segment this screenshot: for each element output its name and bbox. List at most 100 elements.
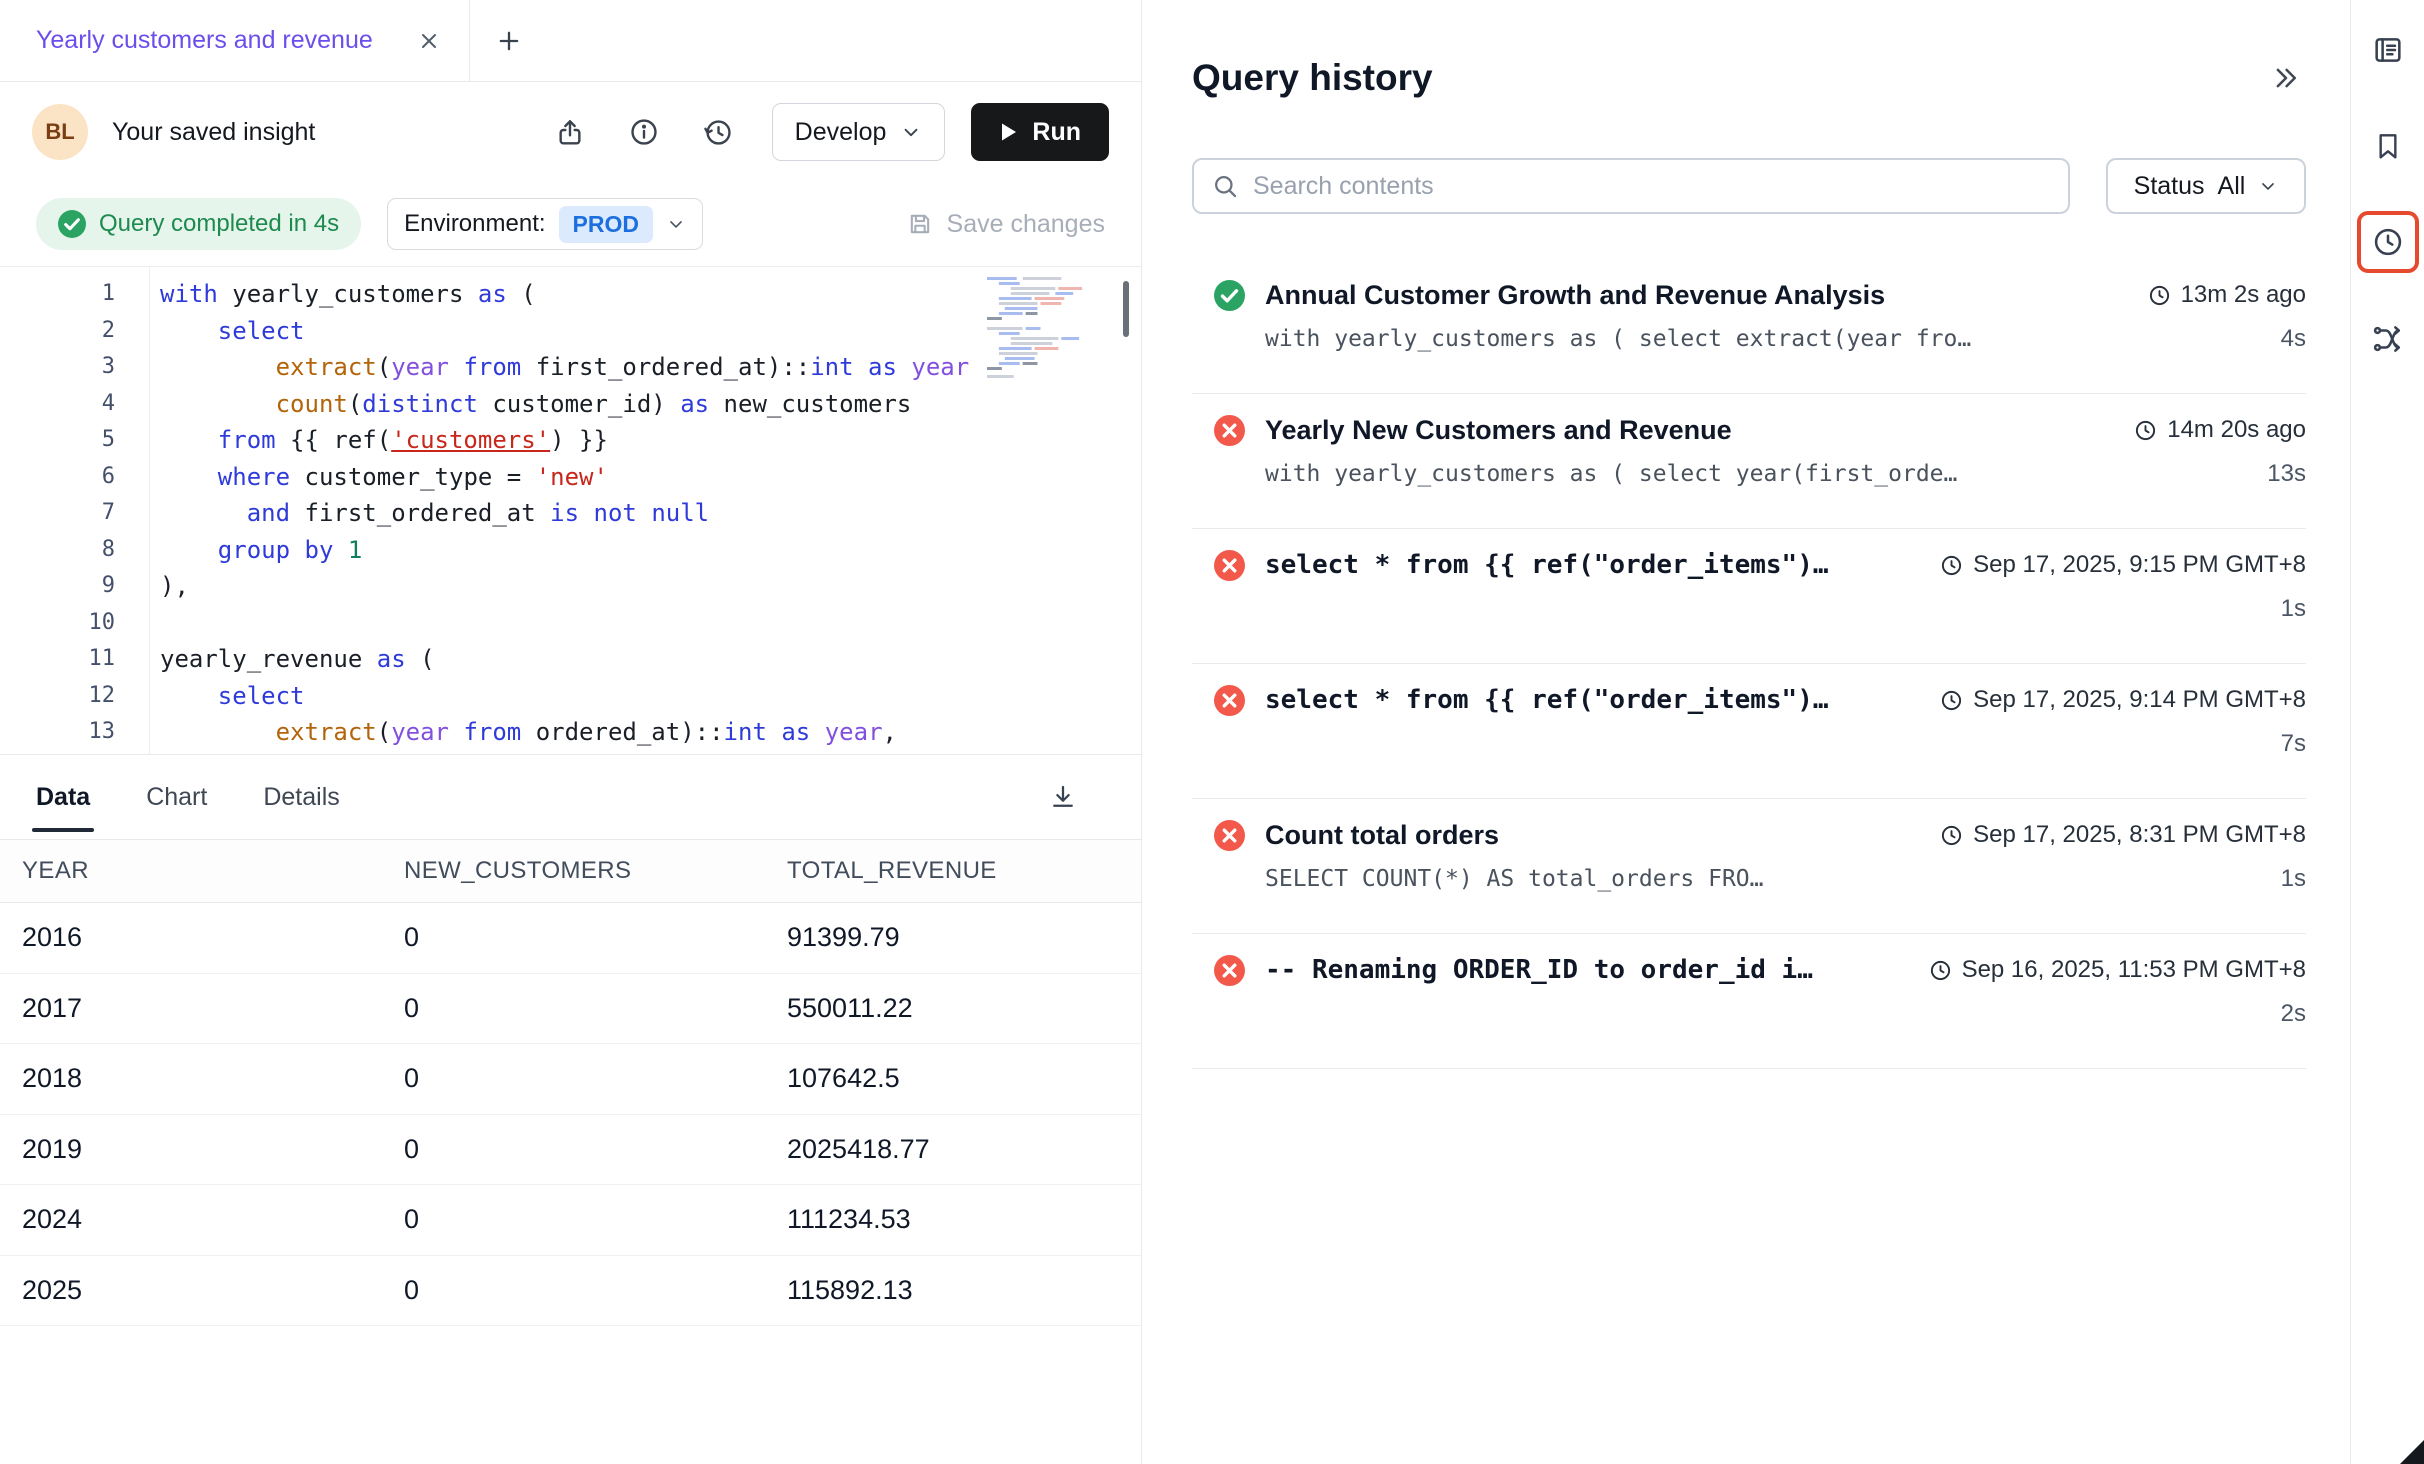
line-number: 7 (0, 495, 149, 532)
query-title: -- Renaming ORDER_ID to order_id i… (1265, 955, 1909, 985)
info-icon[interactable] (620, 108, 668, 156)
query-snippet: SELECT COUNT(*) AS total_orders FRO… (1265, 866, 2261, 892)
code-line[interactable]: and first_ordered_at is not null (160, 495, 1141, 532)
code-line[interactable]: yearly_revenue as ( (160, 641, 1141, 678)
tab-yearly-customers-and-revenue[interactable]: Yearly customers and revenue (0, 0, 470, 81)
new-tab-button[interactable] (470, 0, 548, 81)
sql-editor[interactable]: 12345678910111213 with yearly_customers … (0, 266, 1141, 754)
error-status-icon (1214, 955, 1245, 986)
download-icon[interactable] (1041, 775, 1085, 819)
success-icon (1214, 280, 1245, 311)
code-line[interactable]: select (160, 678, 1141, 715)
tab-close-icon[interactable] (417, 29, 441, 53)
query-time: 13m 2s ago (2148, 281, 2306, 309)
query-time: Sep 17, 2025, 9:14 PM GMT+8 (1940, 686, 2306, 714)
table-row[interactable]: 20180107642.5 (0, 1044, 1141, 1115)
line-number: 3 (0, 349, 149, 386)
share-icon[interactable] (546, 108, 594, 156)
develop-label: Develop (795, 118, 887, 147)
query-history-item[interactable]: Yearly New Customers and Revenue14m 20s … (1192, 394, 2306, 529)
query-time: 14m 20s ago (2134, 416, 2306, 444)
environment-value-badge: PROD (559, 206, 653, 243)
code-line[interactable]: ), (160, 568, 1141, 605)
clock-icon (1940, 689, 1963, 712)
search-input[interactable] (1253, 172, 2050, 201)
line-number: 10 (0, 605, 149, 642)
line-number: 9 (0, 568, 149, 605)
save-changes-button[interactable]: Save changes (906, 210, 1105, 239)
document-title: Your saved insight (112, 118, 315, 147)
line-number: 12 (0, 678, 149, 715)
result-tabs: Data Chart Details (0, 754, 1141, 839)
chevron-down-icon (2258, 176, 2278, 196)
query-history-item[interactable]: select * from {{ ref("order_items")…Sep … (1192, 664, 2306, 799)
chevron-down-icon (900, 121, 922, 143)
table-cell: 0 (404, 1134, 787, 1165)
table-cell: 2017 (22, 993, 404, 1024)
table-cell: 115892.13 (787, 1275, 1141, 1306)
environment-selector[interactable]: Environment: PROD (387, 198, 703, 250)
table-cell: 111234.53 (787, 1204, 1141, 1235)
query-duration: 4s (2281, 325, 2306, 353)
query-history-icon[interactable] (2368, 222, 2408, 262)
play-icon (999, 121, 1019, 143)
success-icon (58, 210, 86, 238)
collapse-panel-icon[interactable] (2266, 58, 2306, 98)
result-tab-chart[interactable]: Chart (146, 755, 207, 839)
save-changes-label: Save changes (947, 210, 1105, 239)
query-history-item[interactable]: -- Renaming ORDER_ID to order_id i…Sep 1… (1192, 934, 2306, 1069)
status-filter-button[interactable]: Status All (2106, 158, 2306, 214)
column-header: NEW_CUSTOMERS (404, 857, 787, 885)
table-row[interactable]: 20250115892.13 (0, 1256, 1141, 1327)
completed-text: Query completed in 4s (99, 210, 339, 238)
table-row[interactable]: 2016091399.79 (0, 903, 1141, 974)
error-status-icon (1214, 550, 1245, 581)
table-cell: 2025 (22, 1275, 404, 1306)
code-line[interactable] (160, 605, 1141, 642)
editor-scrollbar[interactable] (1123, 281, 1129, 337)
table-cell: 2018 (22, 1063, 404, 1094)
table-cell: 0 (404, 1204, 787, 1235)
query-duration: 2s (2281, 1000, 2306, 1028)
clock-icon (2148, 284, 2171, 307)
version-history-icon[interactable] (694, 108, 742, 156)
lineage-icon[interactable] (2368, 319, 2408, 359)
code-line[interactable]: extract(year from ordered_at)::int as ye… (160, 714, 1141, 751)
query-history-item[interactable]: Annual Customer Growth and Revenue Analy… (1192, 259, 2306, 394)
query-time: Sep 17, 2025, 9:15 PM GMT+8 (1940, 551, 2306, 579)
editor-minimap[interactable] (987, 275, 1091, 407)
query-duration: 7s (2281, 730, 2306, 758)
table-cell: 0 (404, 1063, 787, 1094)
clock-icon (2134, 419, 2157, 442)
result-tab-details[interactable]: Details (263, 755, 339, 839)
line-number: 11 (0, 641, 149, 678)
query-history-item[interactable]: Count total ordersSep 17, 2025, 8:31 PM … (1192, 799, 2306, 934)
column-header: YEAR (22, 857, 404, 885)
run-button[interactable]: Run (971, 103, 1109, 161)
editor-gutter: 12345678910111213 (0, 267, 150, 754)
query-snippet: with yearly_customers as ( select year(f… (1265, 461, 2247, 487)
query-queue-icon[interactable] (2368, 30, 2408, 70)
search-box[interactable] (1192, 158, 2070, 214)
result-tab-data[interactable]: Data (36, 755, 90, 839)
code-line[interactable]: from {{ ref('customers') }} (160, 422, 1141, 459)
develop-button[interactable]: Develop (772, 103, 946, 161)
table-cell: 2016 (22, 922, 404, 953)
query-history-item[interactable]: select * from {{ ref("order_items")…Sep … (1192, 529, 2306, 664)
table-cell: 2019 (22, 1134, 404, 1165)
tab-bar: Yearly customers and revenue (0, 0, 1141, 82)
table-row[interactable]: 20170550011.22 (0, 974, 1141, 1045)
code-line[interactable]: group by 1 (160, 532, 1141, 569)
code-line[interactable]: where customer_type = 'new' (160, 459, 1141, 496)
status-filter-value: All (2218, 172, 2246, 201)
error-status-icon (1214, 820, 1245, 851)
table-row[interactable]: 201902025418.77 (0, 1115, 1141, 1186)
table-row[interactable]: 20240111234.53 (0, 1185, 1141, 1256)
bookmark-icon[interactable] (2368, 126, 2408, 166)
status-filter-label: Status (2134, 172, 2205, 201)
save-icon (906, 210, 934, 238)
error-status-icon (1214, 685, 1245, 716)
line-number: 1 (0, 276, 149, 313)
environment-label: Environment: (404, 210, 545, 238)
resize-corner (2400, 1440, 2424, 1464)
